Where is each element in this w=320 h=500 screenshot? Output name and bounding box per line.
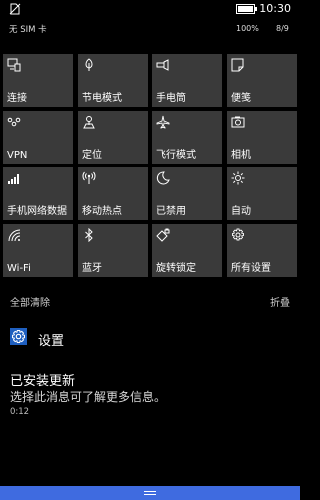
quick-action-note[interactable]: 便笺 xyxy=(227,54,297,107)
brightness-icon xyxy=(231,171,245,185)
quick-action-label: 定位 xyxy=(82,150,102,161)
clock: 10:30 xyxy=(259,2,291,15)
quick-action-hotspot[interactable]: 移动热点 xyxy=(78,167,148,220)
notification-time: 0:12 xyxy=(10,407,30,417)
notification-body: 选择此消息可了解更多信息。 xyxy=(10,390,167,404)
notification-title: 已安装更新 xyxy=(10,374,76,389)
battery-saver-icon xyxy=(85,58,93,71)
quick-action-rotation-lock[interactable]: 旋转锁定 xyxy=(152,224,222,277)
vpn-icon xyxy=(7,117,21,127)
quick-action-brightness[interactable]: 自动 xyxy=(227,167,297,220)
status-bar: 10:30 无 SIM 卡 100% 8/9 xyxy=(0,0,300,44)
flashlight-icon xyxy=(156,59,169,71)
gear-icon xyxy=(12,330,25,343)
quick-action-label: 移动热点 xyxy=(82,206,122,217)
notification-count: 8/9 xyxy=(276,24,289,33)
quick-action-vpn[interactable]: VPN xyxy=(3,111,73,164)
action-center: 10:30 无 SIM 卡 100% 8/9 连接 节电模式 手电筒 便笺 VP… xyxy=(0,0,300,500)
wifi-icon xyxy=(8,229,21,242)
battery-icon xyxy=(236,4,257,14)
rotation-lock-icon xyxy=(156,228,170,242)
quick-action-quiet-hours[interactable]: 已禁用 xyxy=(152,167,222,220)
connect-icon xyxy=(7,58,21,72)
bluetooth-icon xyxy=(85,228,93,242)
notification-app-name: 设置 xyxy=(38,334,65,349)
quick-action-bluetooth[interactable]: 蓝牙 xyxy=(78,224,148,277)
battery-percent: 100% xyxy=(236,24,259,33)
moon-icon xyxy=(156,171,170,185)
carrier-label: 无 SIM 卡 xyxy=(9,25,47,35)
drag-handle-icon xyxy=(144,491,156,495)
quick-action-label: 节电模式 xyxy=(82,93,122,104)
clear-all-button[interactable]: 全部清除 xyxy=(10,294,50,309)
quick-action-all-settings[interactable]: 所有设置 xyxy=(227,224,297,277)
quick-action-label: VPN xyxy=(7,150,28,161)
quick-action-label: 手电筒 xyxy=(156,93,186,104)
quick-action-label: 连接 xyxy=(7,93,27,104)
quick-action-label: 所有设置 xyxy=(231,263,271,274)
quick-action-label: 旋转锁定 xyxy=(156,263,196,274)
quick-action-label: 自动 xyxy=(231,206,251,217)
collapse-button[interactable]: 折叠 xyxy=(270,294,290,309)
quick-action-flashlight[interactable]: 手电筒 xyxy=(152,54,222,107)
quick-action-label: 蓝牙 xyxy=(82,263,102,274)
quick-action-label: 手机网络数据 xyxy=(7,206,67,217)
quick-action-battery-saver[interactable]: 节电模式 xyxy=(78,54,148,107)
action-center-handle[interactable] xyxy=(0,486,300,500)
quick-action-cellular[interactable]: 手机网络数据 xyxy=(3,167,73,220)
quick-action-camera[interactable]: 相机 xyxy=(227,111,297,164)
no-sim-icon xyxy=(9,3,21,15)
quick-action-connect[interactable]: 连接 xyxy=(3,54,73,107)
airplane-icon xyxy=(156,115,170,129)
quick-action-wifi[interactable]: Wi-Fi xyxy=(3,224,73,277)
cellular-icon xyxy=(8,174,19,184)
hotspot-icon xyxy=(82,171,96,184)
quick-action-label: 已禁用 xyxy=(156,206,186,217)
settings-gear-icon xyxy=(232,228,244,241)
location-icon xyxy=(83,116,95,129)
note-icon xyxy=(231,58,244,72)
quick-action-label: 飞行模式 xyxy=(156,150,196,161)
quick-action-airplane[interactable]: 飞行模式 xyxy=(152,111,222,164)
quick-action-label: Wi-Fi xyxy=(7,263,31,274)
settings-app-icon xyxy=(10,328,27,345)
quick-action-label: 相机 xyxy=(231,150,251,161)
camera-icon xyxy=(231,116,245,128)
quick-action-label: 便笺 xyxy=(231,93,251,104)
quick-action-location[interactable]: 定位 xyxy=(78,111,148,164)
